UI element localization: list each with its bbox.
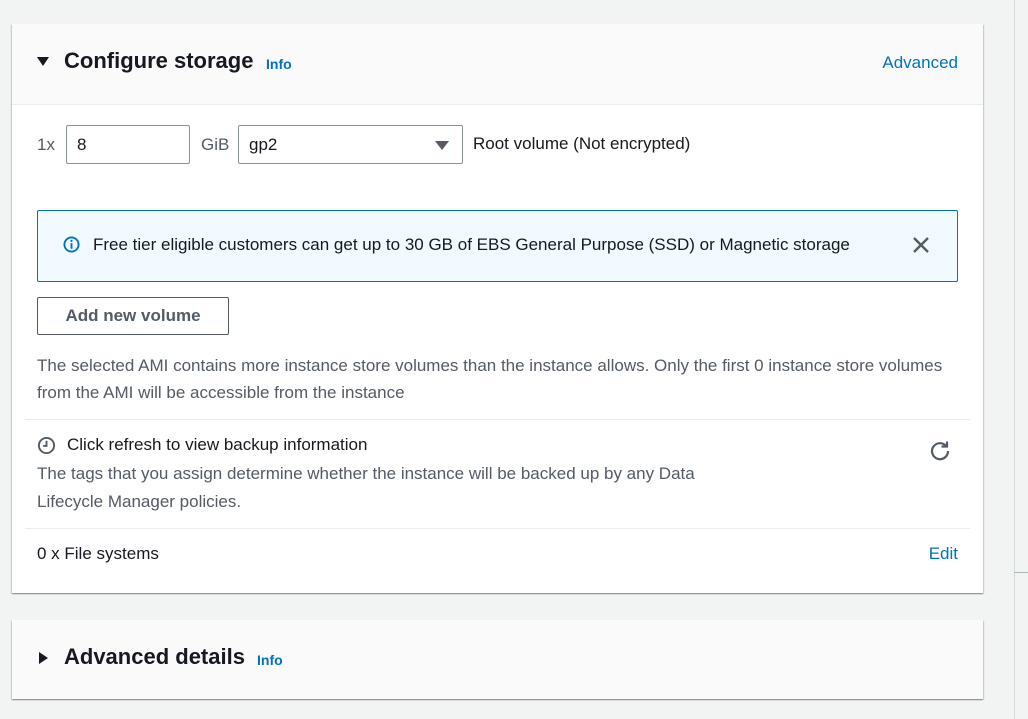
info-circle-icon (63, 236, 80, 253)
configure-storage-info-link[interactable]: Info (266, 56, 292, 72)
configure-storage-panel: Configure storage Info Advanced 1x GiB g… (12, 24, 983, 593)
file-systems-count: 0 x File systems (37, 544, 159, 563)
configure-storage-title: Configure storage (64, 48, 254, 73)
root-volume-description: Root volume (Not encrypted) (473, 134, 691, 153)
ami-instance-store-message: The selected AMI contains more instance … (37, 356, 943, 402)
root-volume-row: 1x GiB gp2 Root volume (Not encrypted) (37, 125, 967, 165)
volume-count-label: 1x (37, 135, 55, 154)
chevron-down-icon (435, 141, 449, 150)
backup-info-description: The tags that you assign determine wheth… (37, 464, 695, 511)
advanced-details-title: Advanced details (64, 644, 245, 669)
refresh-icon[interactable] (929, 440, 951, 462)
divider (25, 419, 970, 420)
advanced-details-info-link[interactable]: Info (257, 652, 283, 668)
caret-down-icon[interactable] (37, 57, 49, 66)
right-panel-tick (1014, 572, 1028, 573)
volume-size-input[interactable] (66, 125, 190, 164)
add-new-volume-button[interactable]: Add new volume (37, 297, 229, 335)
volume-size-unit: GiB (201, 135, 230, 154)
free-tier-alert: Free tier eligible customers can get up … (37, 210, 958, 282)
close-icon[interactable] (911, 235, 931, 255)
divider (25, 528, 970, 529)
free-tier-alert-message: Free tier eligible customers can get up … (93, 235, 850, 254)
caret-right-icon[interactable] (39, 652, 48, 664)
configure-storage-header[interactable]: Configure storage Info Advanced (12, 24, 983, 105)
advanced-details-panel: Advanced details Info (12, 620, 983, 699)
backup-info-title: Click refresh to view backup information (67, 435, 368, 454)
volume-type-select[interactable]: gp2 (238, 125, 463, 164)
right-panel-edge (1014, 0, 1015, 719)
file-systems-edit-link[interactable]: Edit (929, 544, 958, 564)
advanced-link[interactable]: Advanced (882, 53, 958, 73)
advanced-details-header[interactable]: Advanced details Info (12, 620, 983, 699)
volume-type-value: gp2 (249, 135, 278, 154)
clock-icon (37, 436, 56, 455)
